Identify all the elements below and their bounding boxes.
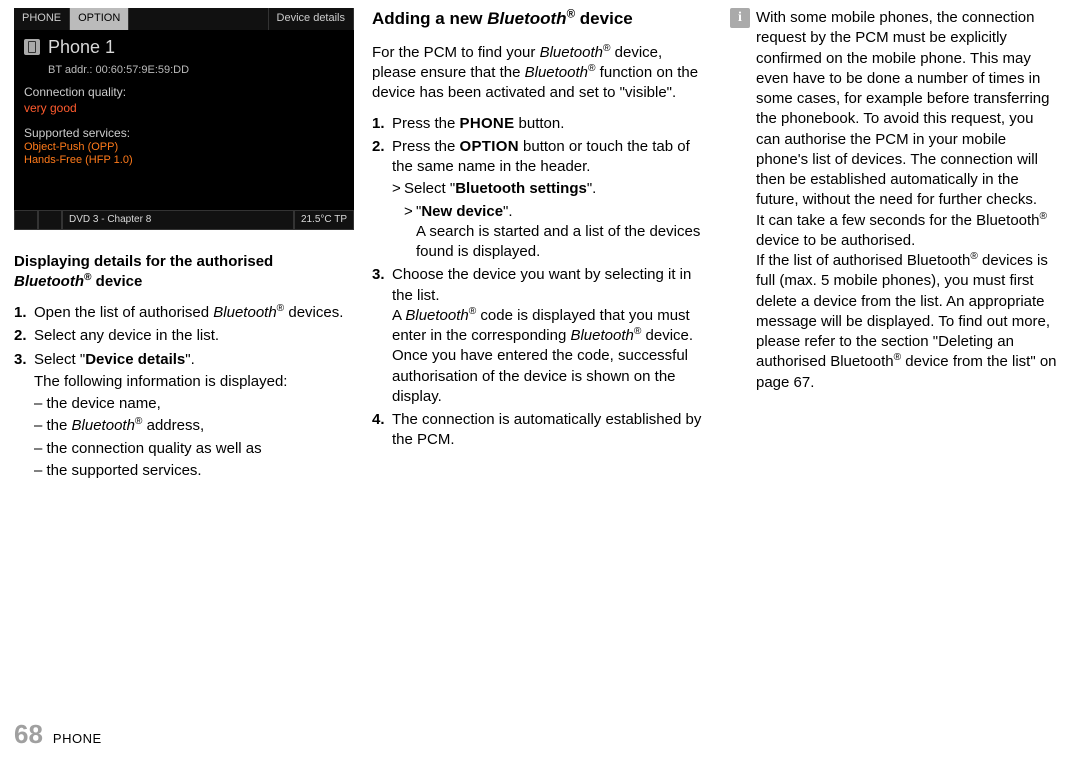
pcm-tabs: PHONE OPTION Device details [14,8,354,30]
pcm-phone-title: Phone 1 [48,35,115,59]
col2-step-4: 4. The connection is automatically estab… [372,410,702,451]
pcm-bt-addr: BT addr.: 00:60:57:9E:59:DD [14,63,354,78]
info-p2: It can take a few seconds for the Blueto… [756,212,1047,249]
pcm-quality-label: Connection quality: [24,84,344,100]
col2-step-3: 3. Choose the device you want by selecti… [372,265,702,407]
step-1: 1. Open the list of authorised Bluetooth… [14,303,344,323]
info-icon: i [730,8,750,28]
pcm-tab-details: Device details [269,8,354,30]
step-2: 2. Select any device in the list. [14,326,344,346]
col1-heading: Displaying details for the authorised Bl… [14,252,344,291]
pcm-footer-temp: 21.5°C TP [294,210,354,230]
page-number: 68 [14,717,43,752]
col2-step-1: 1. Press the PHONE button. [372,114,702,134]
pcm-service-opp: Object-Push (OPP) [24,141,344,155]
section-label: PHONE [53,730,102,748]
pcm-services-label: Supported services: [24,125,344,141]
info-block: i With some mobile phones, the connectio… [730,8,1060,393]
pcm-screenshot: PHONE OPTION Device details Phone 1 BT a… [14,8,354,230]
pcm-footer-media: DVD 3 - Chapter 8 [62,210,294,230]
pcm-tab-option: OPTION [70,8,129,30]
page-footer: 68 PHONE [14,717,102,752]
pcm-footer: DVD 3 - Chapter 8 21.5°C TP [14,210,354,230]
pcm-service-hfp: Hands-Free (HFP 1.0) [24,154,344,168]
info-p1: With some mobile phones, the connection … [756,9,1049,208]
pcm-quality-value: very good [24,100,344,116]
phone-icon [24,39,40,55]
pcm-tab-phone: PHONE [14,8,70,30]
info-p3: If the list of authorised Bluetooth® dev… [756,252,1057,391]
col2-heading: Adding a new Bluetooth® device [372,8,702,31]
step-3: 3. Select "Device details". The followin… [14,350,344,482]
col2-step-2: 2. Press the OPTION button or touch the … [372,137,702,263]
col2-intro: For the PCM to find your Bluetooth® devi… [372,43,702,104]
